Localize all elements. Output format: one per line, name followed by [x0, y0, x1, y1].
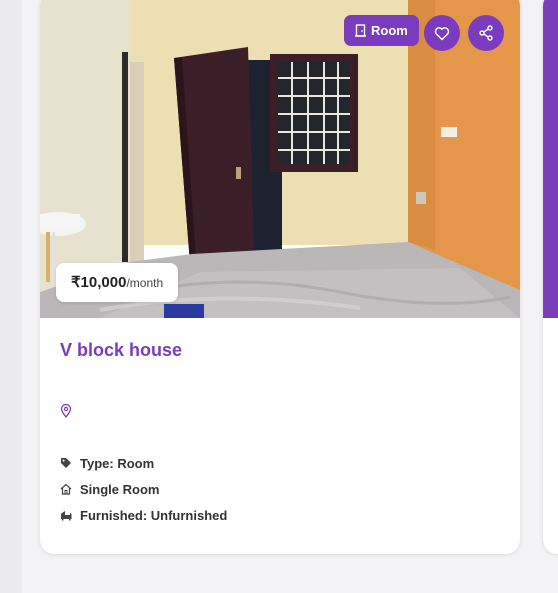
- detail-room-kind: Single Room: [60, 476, 227, 502]
- page-edge: [0, 0, 22, 593]
- listing-card[interactable]: Room ₹10,000 /month V block house Type: …: [40, 0, 520, 554]
- listing-details: Type: Room Single Room Furnished: Unfurn…: [60, 450, 227, 528]
- tag-icon: [60, 457, 72, 469]
- price-period: /month: [126, 276, 164, 290]
- type-badge-label: Room: [371, 23, 408, 38]
- price-amount: ₹10,000: [71, 274, 127, 291]
- detail-room-kind-text: Single Room: [80, 481, 160, 497]
- next-listing-card[interactable]: [543, 0, 558, 554]
- share-button[interactable]: [468, 15, 504, 51]
- detail-type-text: Type: Room: [80, 455, 155, 471]
- share-icon: [478, 25, 494, 41]
- favorite-button[interactable]: [424, 15, 460, 51]
- door-icon: [355, 24, 366, 37]
- heart-icon: [434, 26, 450, 41]
- sofa-icon: [60, 509, 72, 521]
- next-listing-photo: [543, 0, 558, 318]
- listing-title[interactable]: V block house: [60, 340, 182, 361]
- detail-type: Type: Room: [60, 450, 227, 476]
- detail-furnished-text: Furnished: Unfurnished: [80, 507, 228, 523]
- map-pin-icon: [60, 403, 72, 422]
- detail-furnished: Furnished: Unfurnished: [60, 502, 227, 528]
- price-tag: ₹10,000 /month: [56, 263, 179, 302]
- listing-photo[interactable]: Room ₹10,000 /month: [40, 0, 520, 318]
- type-badge: Room: [344, 15, 419, 46]
- location-row: [60, 403, 72, 423]
- home-icon: [60, 483, 72, 495]
